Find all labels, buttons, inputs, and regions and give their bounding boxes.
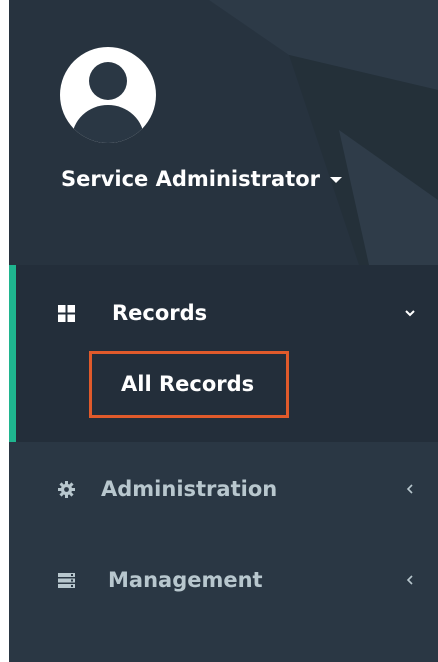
sidebar-item-label: Administration — [101, 477, 278, 501]
sidebar-item-records[interactable]: Records — [9, 288, 438, 338]
sidebar-item-label: Management — [108, 568, 263, 592]
avatar[interactable] — [60, 47, 156, 143]
sidebar-subitem-all-records[interactable]: All Records — [89, 351, 289, 418]
sidebar: Service Administrator Records All Record… — [9, 0, 438, 662]
sidebar-subitem-label: All Records — [121, 372, 255, 396]
server-icon — [58, 573, 75, 588]
gear-icon — [58, 481, 75, 498]
caret-down-icon — [330, 177, 343, 183]
chevron-left-icon — [406, 575, 413, 585]
sidebar-item-administration[interactable]: Administration — [9, 464, 438, 514]
chevron-left-icon — [406, 484, 413, 494]
user-menu-toggle[interactable]: Service Administrator — [61, 167, 343, 191]
grid-icon — [58, 305, 75, 322]
user-name: Service Administrator — [61, 167, 321, 191]
chevron-down-icon — [405, 310, 415, 317]
user-panel: Service Administrator — [9, 0, 438, 265]
sidebar-item-label: Records — [112, 301, 208, 325]
sidebar-item-management[interactable]: Management — [9, 555, 438, 605]
